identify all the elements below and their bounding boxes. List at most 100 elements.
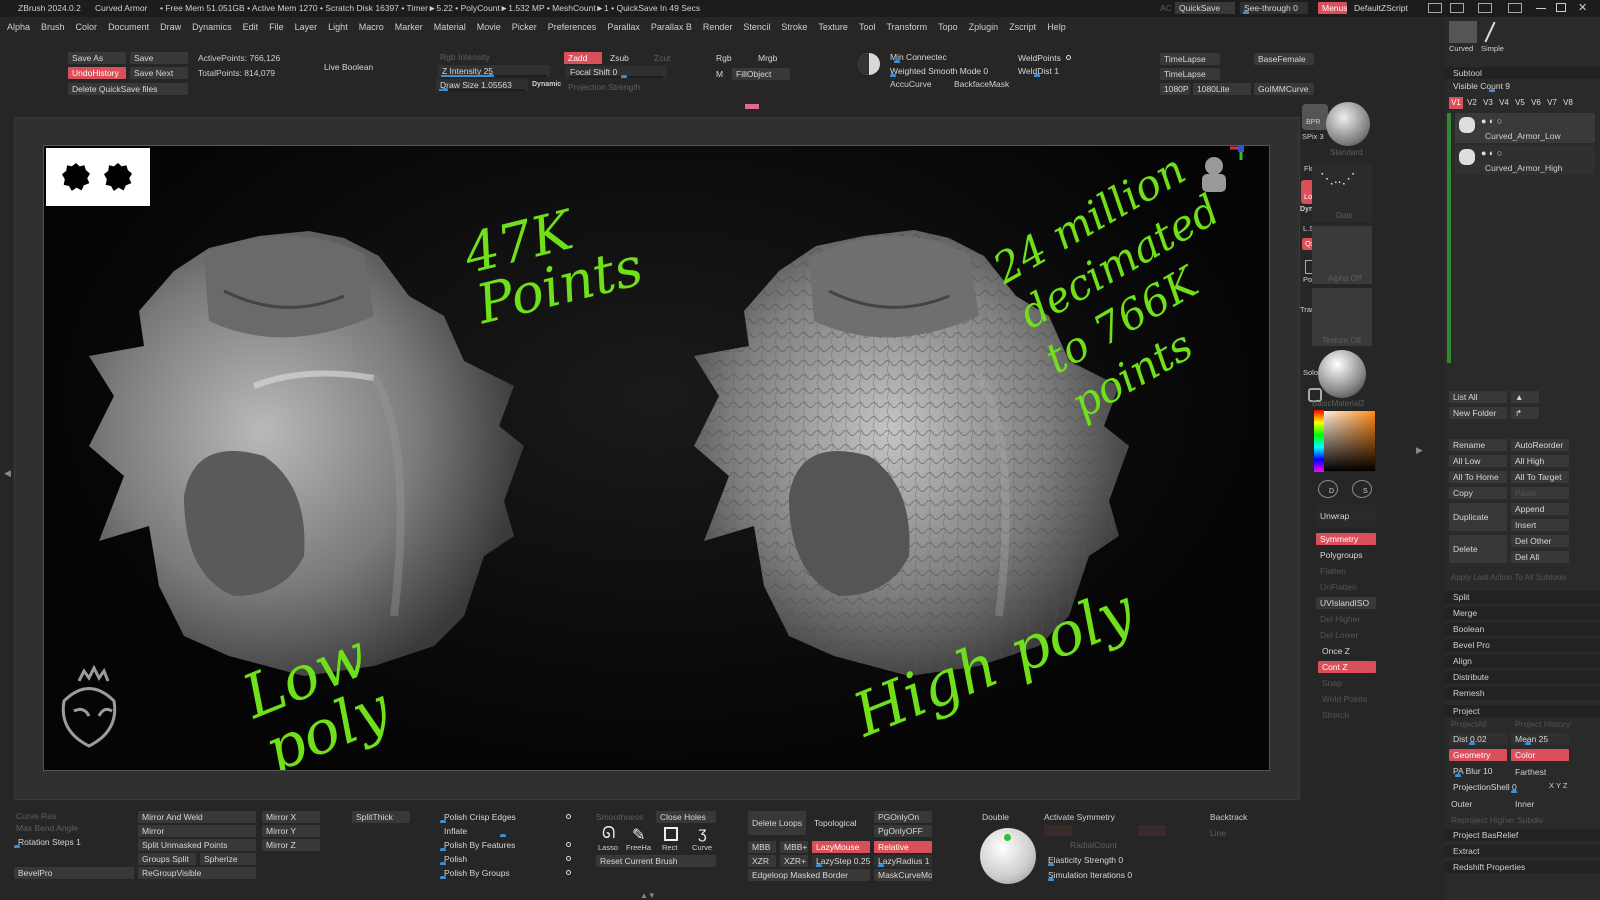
right-tray-toggle-icon[interactable]: ▶ [1416, 445, 1423, 456]
project-header[interactable]: Project [1445, 705, 1600, 717]
rgb-button[interactable]: Rgb [712, 52, 736, 64]
append-button[interactable]: Append [1511, 503, 1569, 515]
x-axis-toggle[interactable] [1044, 825, 1072, 836]
projection-strength-slider[interactable]: Projection Strength [568, 82, 640, 92]
simulation-iterations-slider[interactable]: Simulation Iterations 0 [1044, 869, 1164, 881]
swap-color-d-icon[interactable]: D [1318, 480, 1338, 498]
project-all-button[interactable]: ProjectAll [1451, 719, 1487, 729]
menu-color[interactable]: Color [76, 17, 98, 37]
close-icon[interactable]: ✕ [1578, 1, 1587, 14]
delete-quicksave-button[interactable]: Delete QuickSave files [68, 83, 188, 95]
menu-material[interactable]: Material [434, 17, 466, 37]
subpalette-remesh[interactable]: Remesh [1445, 687, 1600, 700]
polish-groups-slider[interactable]: Polish By Groups [440, 867, 566, 879]
subpalette-split[interactable]: Split [1445, 591, 1600, 604]
menu-tool[interactable]: Tool [859, 17, 876, 37]
zcut-button[interactable]: Zcut [650, 52, 675, 64]
pa-blur-slider[interactable]: PA Blur 10 [1449, 765, 1507, 777]
new-folder-button[interactable]: New Folder [1449, 407, 1507, 419]
backface-mask-toggle[interactable]: BackfaceMask [954, 79, 1009, 89]
activate-symmetry-button[interactable]: Activate Symmetry [1044, 812, 1115, 822]
xzr-plus-button[interactable]: XZR+ [780, 855, 808, 867]
subpalette-boolean[interactable]: Boolean [1445, 623, 1600, 636]
visible-count-slider[interactable]: Visible Count 9 [1449, 80, 1569, 92]
mask-yin-yang-icon[interactable] [858, 53, 880, 75]
mbb-button[interactable]: MBB [748, 841, 776, 853]
document-canvas[interactable]: 47K Points Low poly 24 million decimated… [43, 145, 1270, 771]
lasso-tool[interactable]: ᘏ Lasso [596, 825, 624, 853]
curved-tool-thumbnail[interactable] [1449, 21, 1477, 43]
stroke-thumbnail-dots[interactable]: ⋱ . . ⋰ Dots [1312, 164, 1372, 222]
unwrap-button[interactable]: Unwrap [1316, 505, 1376, 527]
list-all-button[interactable]: List All [1449, 391, 1507, 403]
all-low-button[interactable]: All Low [1449, 455, 1507, 467]
default-zscript-button[interactable]: DefaultZScript [1350, 2, 1420, 14]
copy-button[interactable]: Copy [1449, 487, 1507, 499]
menu-macro[interactable]: Macro [359, 17, 384, 37]
menu-render[interactable]: Render [703, 17, 733, 37]
apply-last-action-button[interactable]: Apply Last Action To All Subtools [1451, 573, 1567, 582]
menus-button[interactable]: Menus [1318, 2, 1347, 14]
snap-button[interactable]: Snap [1318, 677, 1376, 689]
double-button[interactable]: Double [982, 812, 1009, 822]
menu-light[interactable]: Light [328, 17, 348, 37]
layout-icon[interactable] [1508, 3, 1522, 13]
timelapse-button-2[interactable]: TimeLapse [1160, 68, 1220, 80]
subpalette-merge[interactable]: Merge [1445, 607, 1600, 620]
menu-dynamics[interactable]: Dynamics [192, 17, 232, 37]
all-to-target-button[interactable]: All To Target [1511, 471, 1569, 483]
groups-split-button[interactable]: Groups Split [138, 853, 196, 865]
menu-file[interactable]: File [269, 17, 284, 37]
brush-thumbnail-standard[interactable]: Standard [1312, 102, 1372, 158]
del-all-button[interactable]: Del All [1511, 551, 1569, 563]
subtool-scrollbar[interactable] [1447, 113, 1451, 363]
polish-groups-radio-icon[interactable] [566, 870, 571, 875]
polish-features-slider[interactable]: Polish By Features [440, 839, 566, 851]
reproject-button[interactable]: Reproject Higher Subdiv [1451, 815, 1543, 825]
split-unmasked-button[interactable]: Split Unmasked Points [138, 839, 256, 851]
subtool-item[interactable]: ● ◐ ○ Curved_Armor_Low [1455, 113, 1595, 143]
del-other-button[interactable]: Del Other [1511, 535, 1569, 547]
quicksave-button[interactable]: QuickSave [1175, 2, 1235, 14]
bottom-tray-toggle-icon[interactable]: ▲▼ [640, 891, 656, 900]
line-button[interactable]: Line [1210, 828, 1226, 838]
stretch-button[interactable]: Stretch [1318, 709, 1376, 721]
weighted-smooth-slider[interactable]: Weighted Smooth Mode 0 [886, 65, 1001, 77]
version-tab-v1[interactable]: V1 [1449, 97, 1463, 109]
maximize-icon[interactable] [1556, 3, 1566, 12]
material-thumbnail[interactable]: BasicMaterial2 [1312, 350, 1372, 408]
lazymouse-button[interactable]: LazyMouse [812, 841, 870, 853]
insert-button[interactable]: Insert [1511, 519, 1569, 531]
rotation-steps-slider[interactable]: Rotation Steps 1 [14, 836, 134, 848]
1080lite-button[interactable]: 1080Lite [1193, 83, 1251, 95]
backtrack-button[interactable]: Backtrack [1210, 812, 1247, 822]
xzr-button[interactable]: XZR [748, 855, 776, 867]
menu-parallax-b[interactable]: Parallax B [651, 17, 692, 37]
zsub-button[interactable]: Zsub [606, 52, 633, 64]
menu-document[interactable]: Document [108, 17, 149, 37]
menu-zplugin[interactable]: Zplugin [969, 17, 999, 37]
curve-res-slider[interactable]: Curve Res [16, 811, 56, 821]
left-tray-toggle-icon[interactable]: ◀ [4, 440, 11, 510]
farthest-button[interactable]: Farthest [1515, 767, 1546, 777]
xyz-small-toggle[interactable]: X Y Z [1549, 781, 1567, 790]
lazyradius-slider[interactable]: LazyRadius 1 [874, 855, 932, 867]
all-to-home-button[interactable]: All To Home [1449, 471, 1507, 483]
flatten-button[interactable]: Flatten [1316, 565, 1376, 577]
menu-preferences[interactable]: Preferences [548, 17, 597, 37]
unflatten-button[interactable]: UnFlatten [1316, 581, 1376, 593]
gommcurve-button[interactable]: GoIMMCurve [1254, 83, 1314, 95]
relative-button[interactable]: Relative [874, 841, 932, 853]
version-tab-v8[interactable]: V8 [1561, 97, 1575, 109]
menu-zscript[interactable]: Zscript [1009, 17, 1036, 37]
cont-z-button[interactable]: Cont Z [1318, 661, 1376, 673]
alpha-off-thumbnail[interactable]: Alpha Off [1312, 226, 1372, 284]
subtool-item[interactable]: ● ◐ ○ Curved_Armor_High [1455, 145, 1595, 175]
weld-dist-slider[interactable]: WeldDist 1 [1014, 65, 1090, 77]
window-controls[interactable]: ✕ [1428, 1, 1593, 14]
save-button[interactable]: Save [130, 52, 188, 64]
duplicate-button[interactable]: Duplicate [1449, 503, 1507, 531]
elasticity-slider[interactable]: Elasticity Strength 0 [1044, 854, 1164, 866]
menu-parallax[interactable]: Parallax [607, 17, 640, 37]
dist-slider[interactable]: Dist 0.02 [1449, 733, 1507, 745]
